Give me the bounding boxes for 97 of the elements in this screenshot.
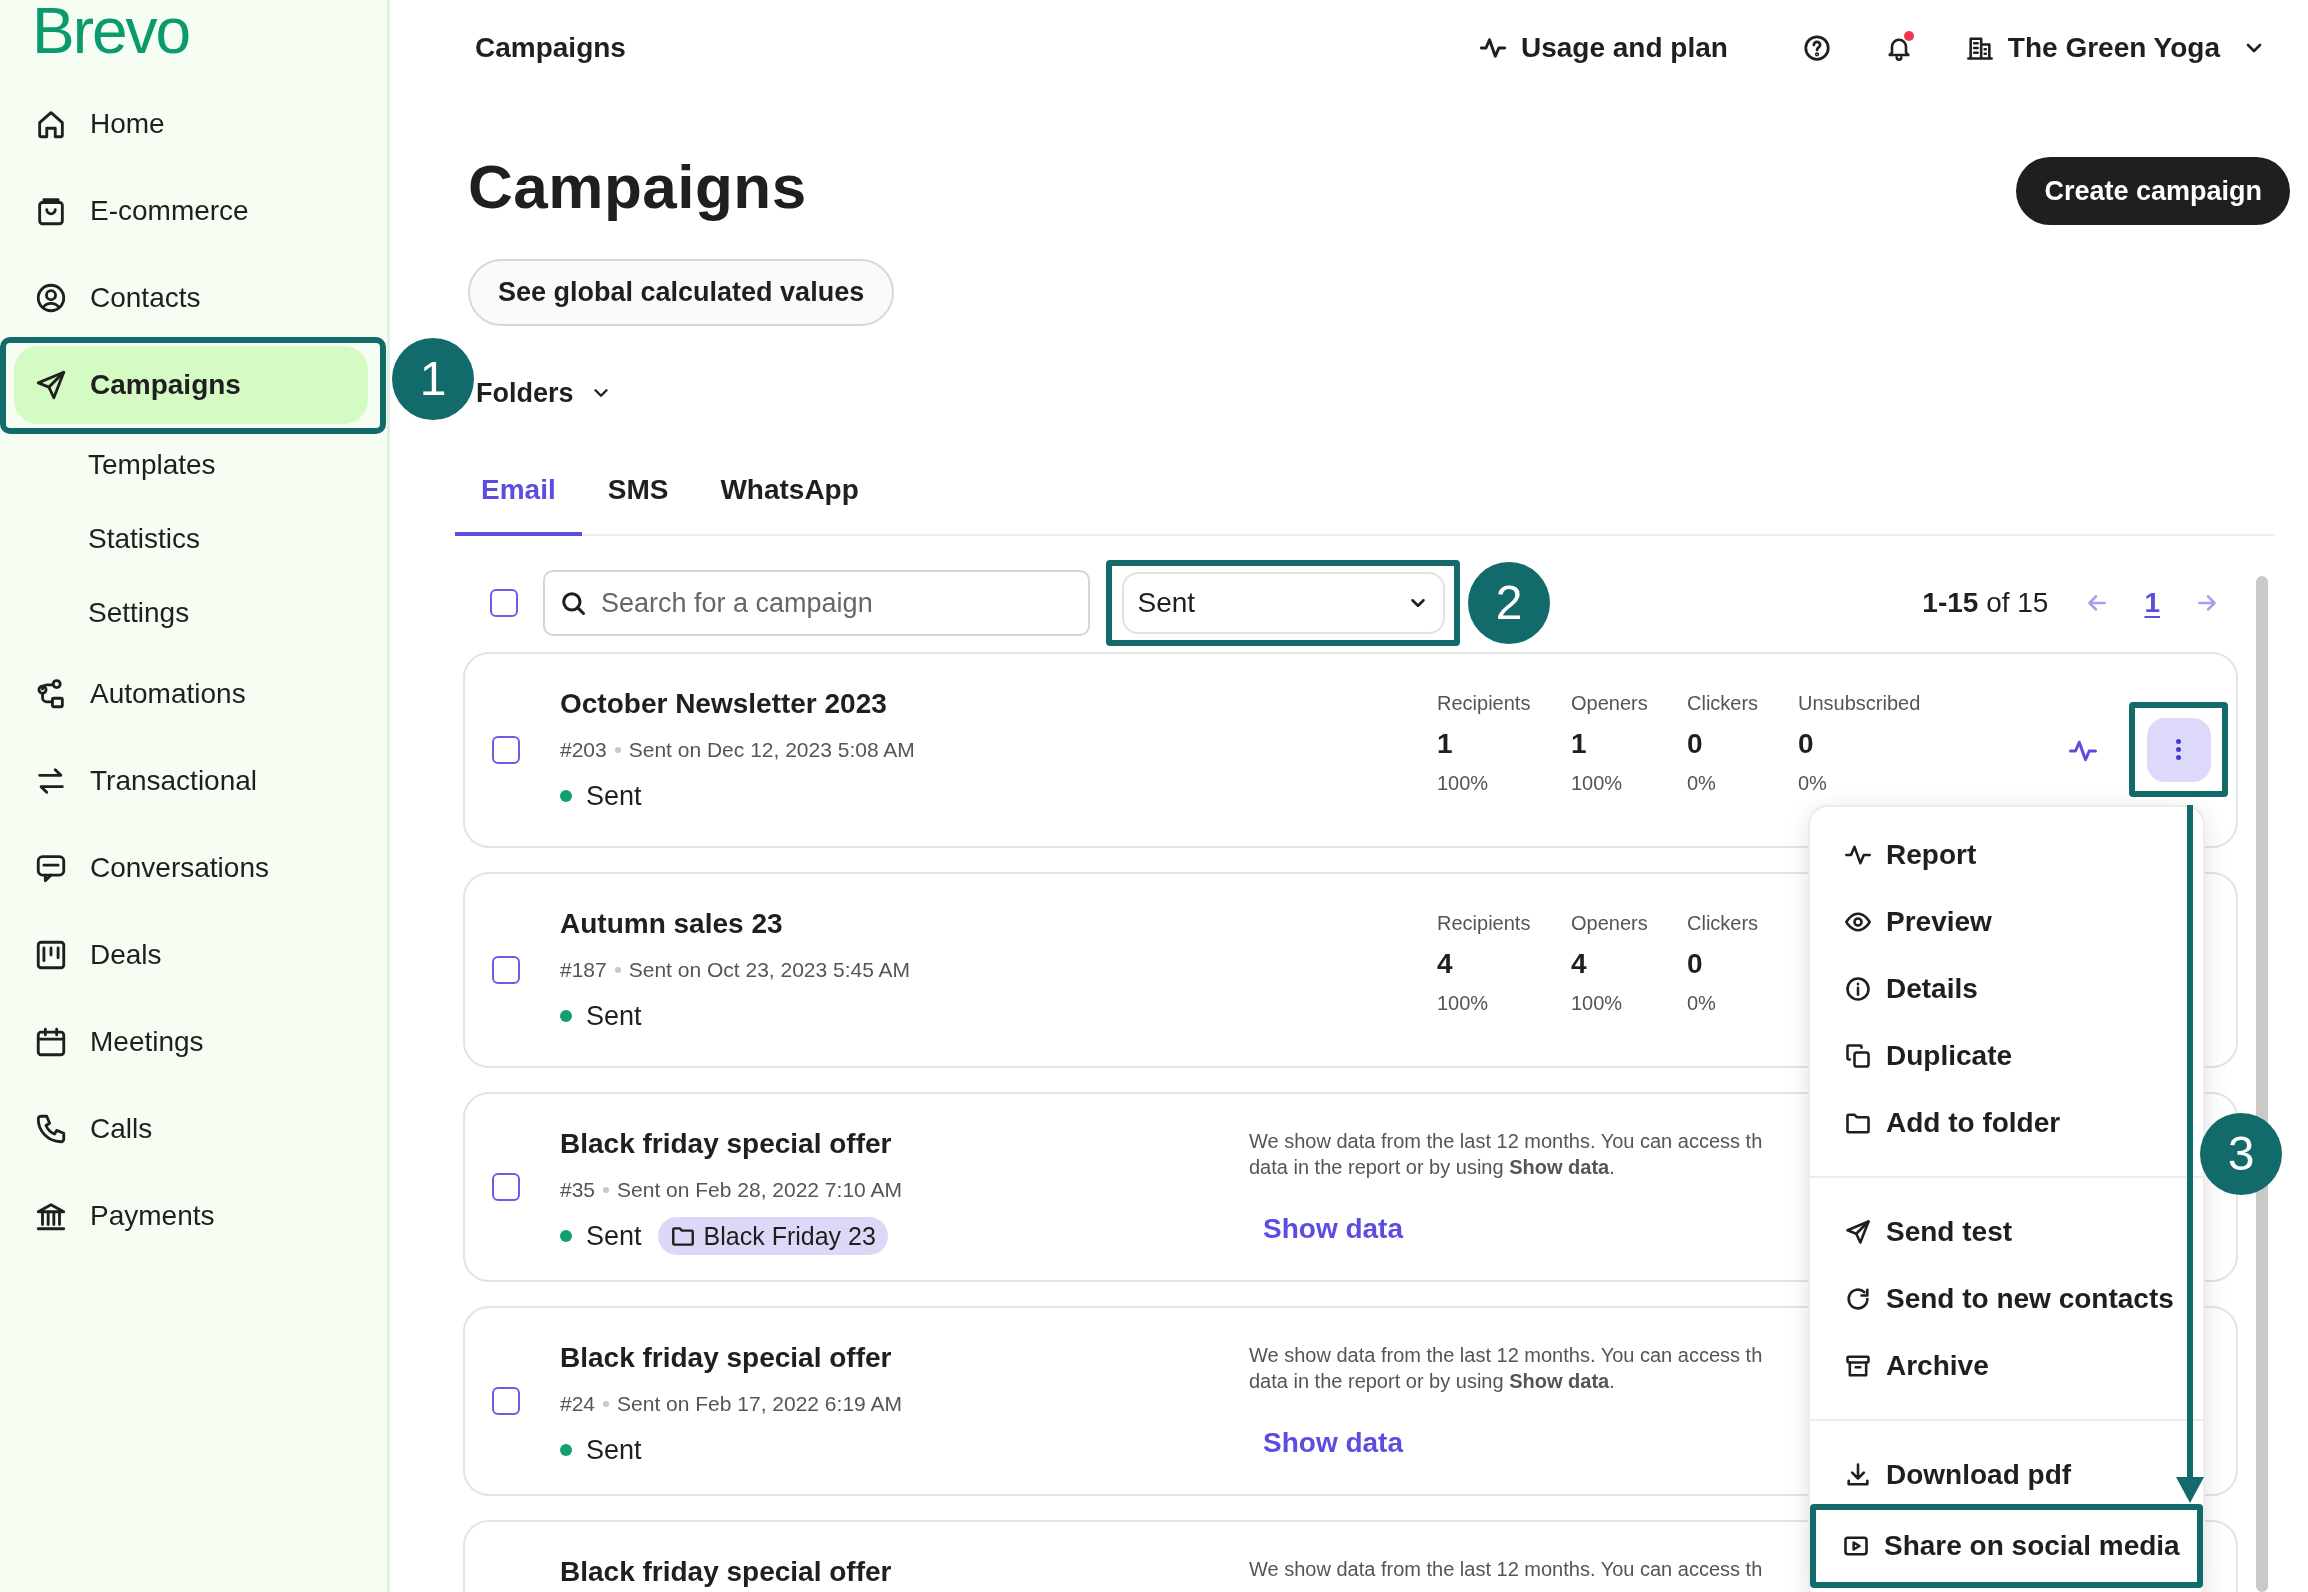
sidebar-item[interactable]: Meetings [14,1002,368,1081]
status-filter-dropdown[interactable]: Sent [1121,572,1445,634]
sidebar-item[interactable]: Deals [14,915,368,994]
sent-date: Sent on Oct 23, 2023 5:45 AM [628,957,911,984]
campaign-title: Black friday special offer [560,1555,893,1589]
stat-value: 0 [1687,947,1704,981]
stat-label: Recipients [1437,911,1532,936]
info-icon [1844,974,1872,1003]
search-field[interactable]: Search for a campaign [543,570,1090,636]
stat-percent: 0% [1687,771,1717,796]
stat-label: Openers [1571,911,1649,936]
menu-item[interactable]: Archive [1810,1332,2203,1399]
page-title: Campaigns [468,150,807,223]
show-data-link[interactable]: Show data [1263,1208,1403,1250]
copy-icon [1844,1041,1872,1070]
page-link[interactable]: 1 [2144,582,2160,624]
sidebar-item[interactable]: Contacts [14,258,368,337]
sidebar-item[interactable]: Campaigns [14,345,368,424]
sent-date: Sent on Feb 28, 2022 7:10 AM [617,1177,902,1204]
sidebar-item[interactable]: Calls [14,1089,368,1168]
menu-item[interactable]: Duplicate [1810,1022,2203,1089]
data-notice: We show data from the last 12 months. You can access th [1249,1557,1763,1582]
building-icon [1965,34,1994,62]
global-values-button[interactable]: See global calculated values [468,259,895,326]
data-notice: We show data from the last 12 months. You can access th data in the report or by using Show data. [1249,1343,1763,1394]
show-data-link[interactable]: Show data [1263,1422,1403,1464]
sidebar-item[interactable]: E-commerce [14,171,368,250]
data-notice: We show data from the last 12 months. You can access th data in the report or by using Show data. [1249,1129,1763,1180]
checkbox[interactable] [492,736,520,764]
menu-item[interactable]: Send to new contacts [1810,1265,2203,1332]
sidebar-subitem[interactable]: Statistics [74,512,215,566]
stat-value: 0 [1798,727,1815,761]
status-label: Sent [586,1220,642,1253]
download-icon [1844,1460,1872,1489]
sidebar-subitem[interactable]: Templates [74,438,230,492]
campaign-title: Black friday special offer [560,1127,893,1161]
folder-tag: Black Friday 23 [657,1217,888,1256]
search-icon [559,589,587,617]
tab[interactable]: SMS [581,448,695,536]
status-label: Sent [586,780,642,813]
stat-value: 1 [1437,727,1454,761]
sidebar-item[interactable]: Transactional [14,741,368,820]
menu-item[interactable]: Preview [1810,888,2203,955]
checkbox[interactable] [490,589,518,617]
menu-item[interactable]: Download pdf [1810,1441,2203,1508]
stat-percent: 100% [1437,771,1490,796]
campaign-number: #187 [560,957,607,984]
campaign-title: October Newsletter 2023 [560,687,888,721]
tab[interactable]: WhatsApp [694,448,885,536]
menu-item[interactable]: Report [1810,821,2203,888]
sidebar-item[interactable]: Payments [14,1176,368,1255]
step-number: 2 [1468,562,1550,644]
menu-item[interactable]: Details [1810,955,2203,1022]
account-menu[interactable]: The Green Yoga [1965,27,2266,69]
sidebar-item[interactable]: Home [14,84,368,163]
stat-label: Recipients [1437,691,1532,716]
campaign-title: Black friday special offer [560,1341,893,1375]
stat-percent: 0% [1798,771,1828,796]
campaign-number: #35 [560,1177,596,1204]
sidebar-item[interactable]: Conversations [14,828,368,907]
sent-date: Sent on Dec 12, 2023 5:08 AM [628,737,915,764]
stat-label: Unsubscribed [1798,691,1922,716]
campaign-number: #24 [560,1391,596,1418]
checkbox[interactable] [492,956,520,984]
stat-label: Clickers [1687,911,1760,936]
folders-dropdown[interactable]: Folders [476,376,612,410]
help-icon [1801,33,1832,63]
stat-value: 4 [1437,947,1454,981]
tab[interactable]: Email [455,448,582,536]
stat-value: 1 [1571,727,1588,761]
stat-value: 4 [1571,947,1588,981]
sent-date: Sent on Feb 17, 2022 6:19 AM [617,1391,902,1418]
stat-label: Openers [1571,691,1649,716]
campaign-title: Autumn sales 23 [560,907,784,941]
scrollbar[interactable] [2256,576,2268,1592]
stat-percent: 0% [1687,991,1717,1016]
sidebar-item[interactable]: Automations [14,654,368,733]
stat-percent: 100% [1571,771,1624,796]
stat-percent: 100% [1437,991,1490,1016]
create-campaign-button[interactable]: Create campaign [2016,157,2290,225]
checkbox[interactable] [492,1173,520,1201]
page-range: 1-15 of 15 [1922,586,2049,620]
campaign-number: #203 [560,737,607,764]
step-number: 1 [392,338,474,420]
menu-item[interactable]: Send test [1810,1198,2203,1265]
status-label: Sent [586,1000,642,1033]
paper-plane-icon [1844,1217,1872,1246]
stat-label: Clickers [1687,691,1760,716]
usage-link[interactable]: Usage and plan [1478,27,1728,69]
stat-value: 0 [1687,727,1704,761]
sidebar-subitem[interactable]: Settings [74,586,204,640]
menu-item[interactable]: Add to folder [1810,1089,2203,1156]
checkbox[interactable] [492,1387,520,1415]
stat-percent: 100% [1571,991,1624,1016]
logo: Brevo [31,0,190,69]
header-title: Campaigns [475,31,626,65]
status-label: Sent [586,1434,642,1467]
